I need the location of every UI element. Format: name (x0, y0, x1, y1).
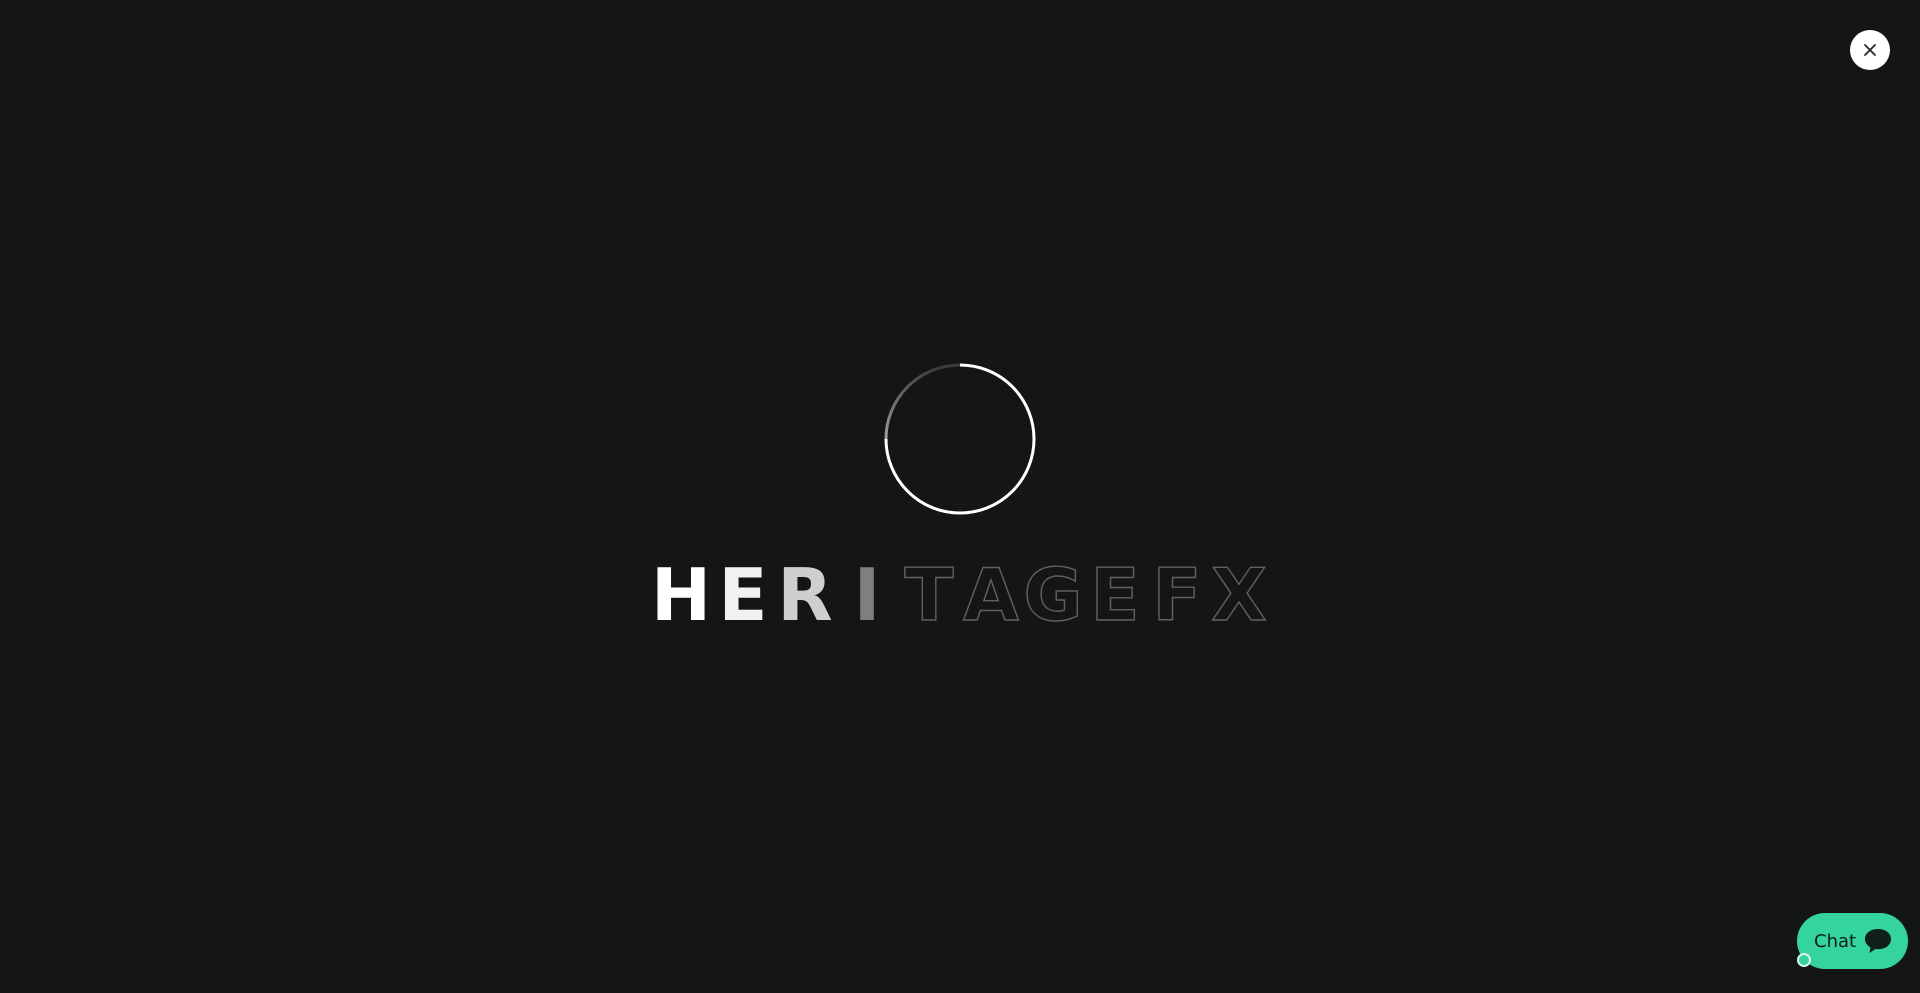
loading-overlay: HERITAGEFX Chat (0, 0, 1920, 993)
brand-letter: R (777, 553, 833, 637)
chat-label: Chat (1814, 930, 1857, 952)
chat-button[interactable]: Chat (1797, 913, 1908, 969)
close-button[interactable] (1850, 30, 1890, 70)
loading-spinner-icon (884, 363, 1036, 515)
brand-letter: H (650, 553, 712, 637)
brand-letter: F (1152, 553, 1203, 637)
online-status-dot (1797, 953, 1811, 967)
chat-bubble-icon (1865, 929, 1891, 953)
brand-letter: I (853, 553, 881, 637)
brand-letter: A (962, 553, 1019, 637)
close-icon (1864, 44, 1876, 56)
brand-logo-loading: HERITAGEFX (0, 553, 1920, 637)
brand-letter: G (1023, 553, 1084, 637)
brand-letter: X (1211, 553, 1268, 637)
brand-letter: E (718, 553, 768, 637)
brand-letter: T (904, 553, 955, 637)
brand-letter: E (1090, 553, 1141, 637)
